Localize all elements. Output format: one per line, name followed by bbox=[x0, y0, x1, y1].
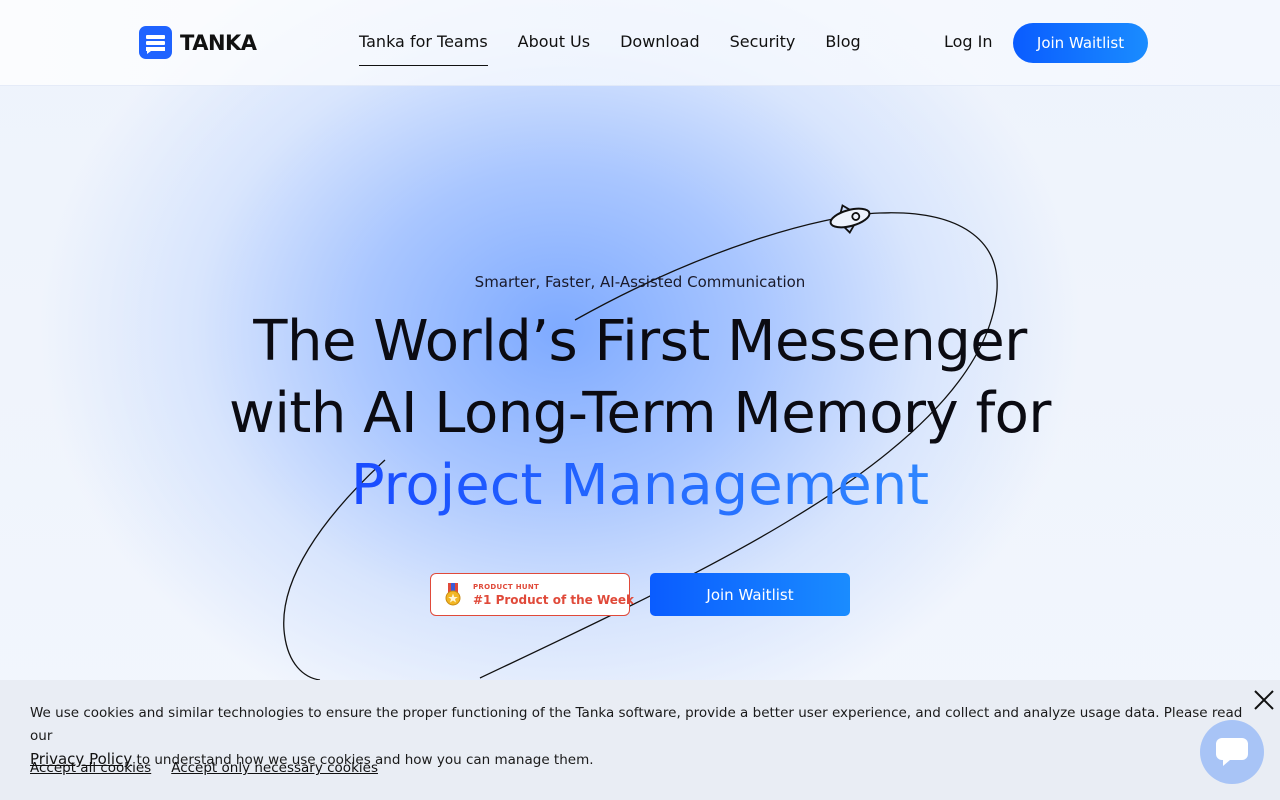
chat-icon bbox=[1216, 738, 1248, 766]
brand-logo[interactable]: TANKA bbox=[139, 26, 257, 59]
nav-item-blog[interactable]: Blog bbox=[825, 32, 860, 66]
cookie-banner: We use cookies and similar technologies … bbox=[0, 680, 1280, 800]
badge-title: #1 Product of the Week bbox=[473, 592, 635, 607]
headline-line-2: with AI Long-Term Memory for bbox=[229, 381, 1051, 446]
nav-item-download[interactable]: Download bbox=[620, 32, 700, 66]
chat-bubble-icon bbox=[139, 26, 172, 59]
join-waitlist-hero-button[interactable]: Join Waitlist bbox=[650, 573, 850, 616]
brand-name: TANKA bbox=[180, 30, 257, 55]
nav-item-about-us[interactable]: About Us bbox=[518, 32, 590, 66]
badge-caption: PRODUCT HUNT bbox=[473, 582, 540, 591]
medal-icon bbox=[445, 582, 461, 607]
headline-accent: Project Management bbox=[350, 453, 930, 518]
main-nav: Tanka for Teams About Us Download Securi… bbox=[359, 32, 861, 66]
hero-headline: The World’s First Messenger with AI Long… bbox=[0, 306, 1280, 522]
cookie-actions: Accept all cookies Accept only necessary… bbox=[30, 760, 378, 776]
accept-all-cookies-link[interactable]: Accept all cookies bbox=[30, 760, 151, 776]
site-header: TANKA Tanka for Teams About Us Download … bbox=[0, 0, 1280, 86]
join-waitlist-header-button[interactable]: Join Waitlist bbox=[1013, 23, 1148, 63]
rocket-icon bbox=[829, 204, 871, 235]
close-icon[interactable] bbox=[1253, 689, 1275, 711]
nav-item-security[interactable]: Security bbox=[730, 32, 796, 66]
accept-necessary-cookies-link[interactable]: Accept only necessary cookies bbox=[171, 760, 378, 776]
chat-widget-button[interactable] bbox=[1200, 720, 1264, 784]
cookie-message-text: We use cookies and similar technologies … bbox=[30, 705, 1243, 744]
login-link[interactable]: Log In bbox=[944, 32, 993, 51]
nav-item-tanka-for-teams[interactable]: Tanka for Teams bbox=[359, 32, 488, 66]
hero-tagline: Smarter, Faster, AI-Assisted Communicati… bbox=[474, 273, 806, 291]
headline-line-1: The World’s First Messenger bbox=[253, 309, 1027, 374]
product-hunt-badge[interactable]: PRODUCT HUNT #1 Product of the Week bbox=[430, 573, 634, 616]
